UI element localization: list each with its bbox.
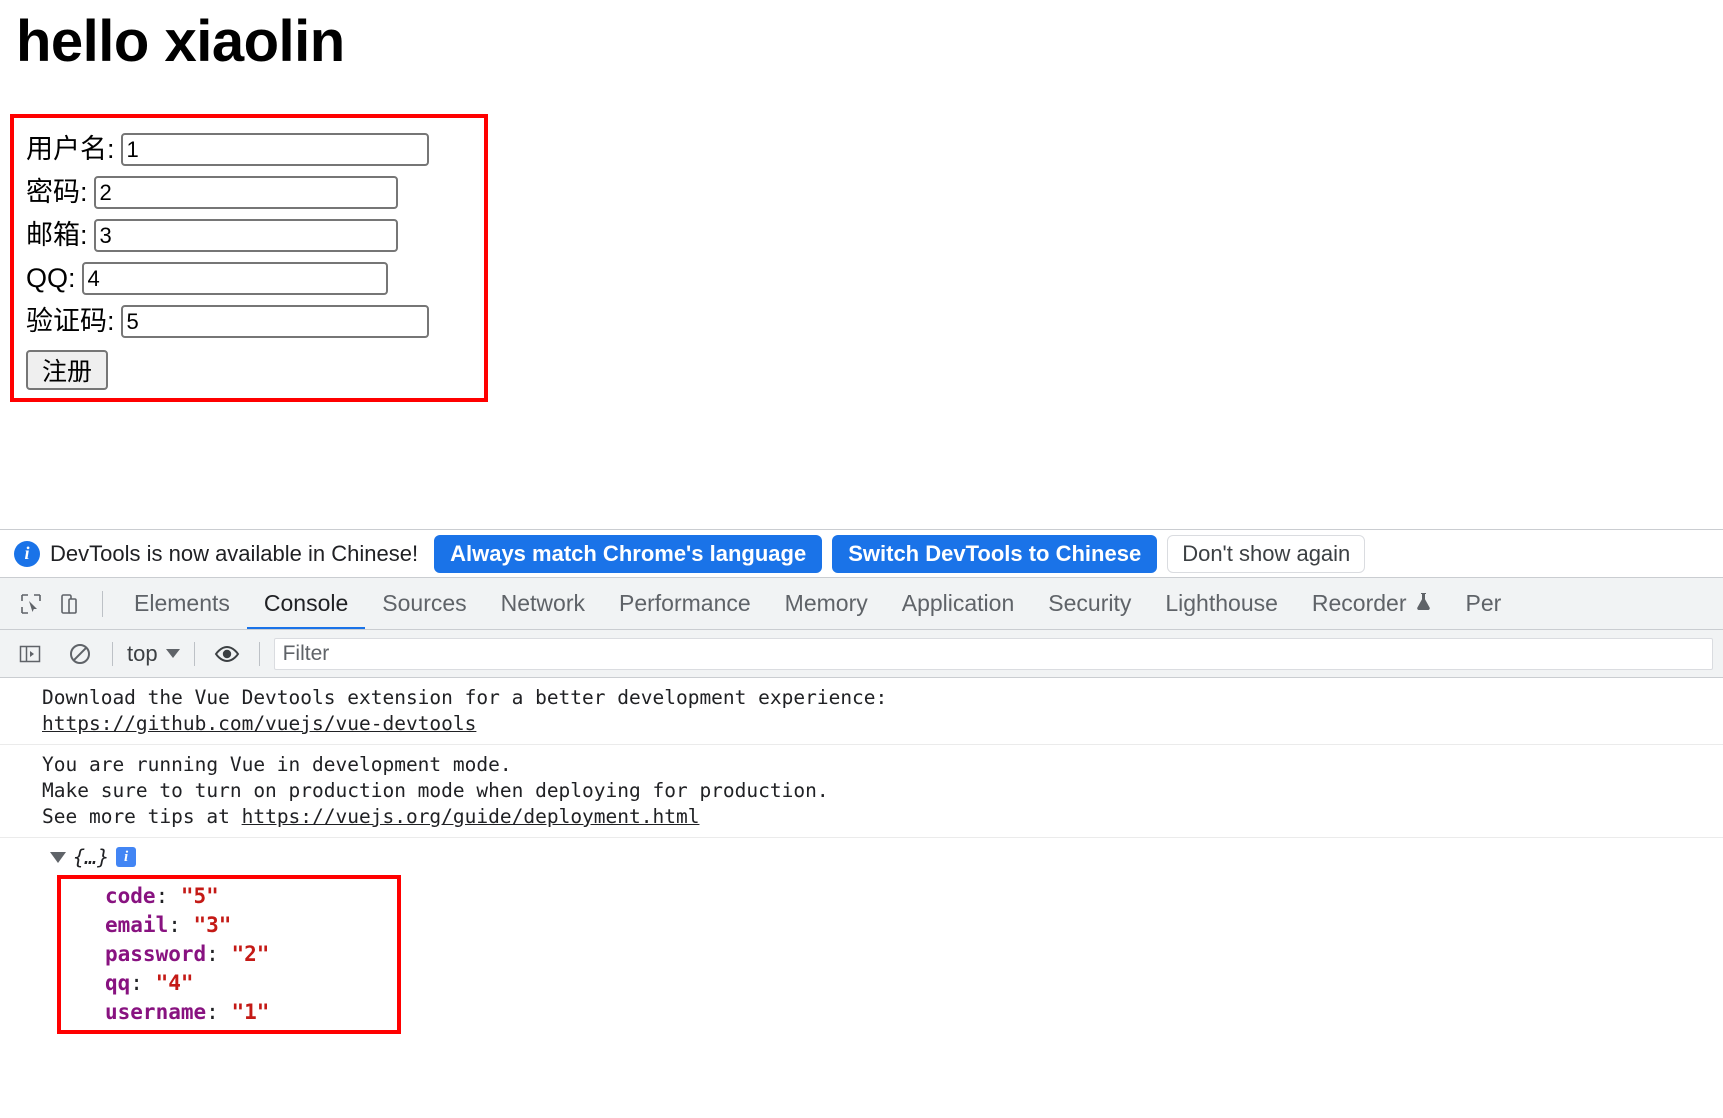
tab-label: Application — [901, 590, 1015, 616]
object-properties-highlight: code: "5" email: "3" password: "2" qq: "… — [57, 875, 401, 1034]
execution-context-label: top — [127, 640, 158, 666]
register-button[interactable]: 注册 — [26, 350, 108, 390]
console-toolbar: top — [0, 630, 1723, 678]
tab-label: Network — [500, 590, 585, 616]
registration-form: 用户名: 密码: 邮箱: QQ: 验证码: 注册 — [10, 114, 488, 402]
property-key: password — [105, 942, 207, 966]
tab-console[interactable]: Console — [246, 578, 366, 629]
console-message-line: See more tips at — [42, 805, 242, 828]
email-input[interactable] — [93, 219, 398, 252]
devtools-language-infobar: i DevTools is now available in Chinese! … — [0, 530, 1723, 578]
inspect-element-icon[interactable] — [12, 585, 50, 623]
tab-elements[interactable]: Elements — [117, 578, 247, 629]
devtools-panel: i DevTools is now available in Chinese! … — [0, 529, 1723, 1118]
property-key: email — [105, 913, 169, 937]
username-label: 用户名: — [26, 134, 115, 164]
qq-label: QQ: — [26, 263, 76, 293]
qq-input[interactable] — [81, 262, 388, 295]
object-preview-header[interactable]: {…} i — [50, 844, 1723, 870]
console-message-object[interactable]: {…} i code: "5" email: "3" password: "2"… — [0, 838, 1723, 1034]
form-row-code: 验证码: — [26, 304, 484, 339]
toolbar-divider-3 — [258, 641, 260, 666]
tab-performance-insights[interactable]: Per — [1449, 578, 1519, 629]
object-property-row[interactable]: username: "1" — [61, 998, 397, 1027]
tabbar-divider — [102, 590, 103, 617]
property-key: code — [105, 884, 156, 908]
dont-show-again-button[interactable]: Don't show again — [1167, 534, 1366, 573]
property-value: "2" — [231, 942, 270, 966]
toolbar-divider-1 — [112, 641, 113, 666]
console-message-list: Download the Vue Devtools extension for … — [0, 678, 1723, 1118]
property-value: "4" — [155, 971, 194, 995]
form-row-username: 用户名: — [26, 132, 484, 167]
console-message-line: Make sure to turn on production mode whe… — [42, 779, 829, 802]
object-property-row[interactable]: qq: "4" — [61, 969, 397, 998]
tab-lighthouse[interactable]: Lighthouse — [1148, 578, 1295, 629]
tab-performance[interactable]: Performance — [602, 578, 768, 629]
property-colon: : — [206, 1000, 232, 1024]
console-message-vue-devtools[interactable]: Download the Vue Devtools extension for … — [0, 678, 1723, 745]
tab-label: Performance — [619, 590, 751, 616]
property-colon: : — [155, 884, 181, 908]
toolbar-divider-2 — [193, 641, 195, 666]
tab-label: Elements — [134, 590, 230, 616]
email-label: 邮箱: — [26, 220, 88, 250]
info-badge-icon[interactable]: i — [116, 847, 137, 867]
object-property-row[interactable]: code: "5" — [61, 882, 397, 911]
clear-console-icon[interactable] — [62, 636, 98, 672]
tab-security[interactable]: Security — [1031, 578, 1148, 629]
experiment-flask-icon — [1415, 590, 1432, 617]
tab-label: Per — [1465, 590, 1502, 616]
chevron-down-icon — [165, 649, 180, 658]
tab-sources[interactable]: Sources — [365, 578, 483, 629]
property-colon: : — [168, 913, 194, 937]
property-value: "5" — [180, 884, 219, 908]
switch-devtools-to-chinese-button[interactable]: Switch DevTools to Chinese — [832, 534, 1158, 573]
infobar-message: DevTools is now available in Chinese! — [50, 540, 419, 566]
property-value: "3" — [193, 913, 232, 937]
devtools-tabbar: Elements Console Sources Network Perform… — [0, 578, 1723, 630]
tab-recorder[interactable]: Recorder — [1295, 578, 1449, 629]
object-property-row[interactable]: email: "3" — [61, 911, 397, 940]
tab-memory[interactable]: Memory — [768, 578, 885, 629]
console-message-line: Download the Vue Devtools extension for … — [42, 686, 888, 709]
console-sidebar-icon[interactable] — [12, 636, 48, 672]
form-row-qq: QQ: — [26, 261, 484, 296]
property-key: username — [105, 1000, 207, 1024]
property-colon: : — [130, 971, 156, 995]
tab-label: Lighthouse — [1165, 590, 1278, 616]
object-property-row[interactable]: password: "2" — [61, 940, 397, 969]
property-colon: : — [206, 942, 232, 966]
device-toolbar-icon[interactable] — [50, 585, 88, 623]
tab-network[interactable]: Network — [484, 578, 602, 629]
property-key: qq — [105, 971, 131, 995]
username-input[interactable] — [120, 133, 429, 166]
tab-label: Console — [263, 590, 349, 616]
info-icon: i — [14, 540, 40, 567]
code-input[interactable] — [120, 305, 429, 338]
tab-label: Memory — [784, 590, 868, 616]
console-filter-input[interactable] — [273, 637, 1713, 670]
console-message-vue-dev-mode[interactable]: You are running Vue in development mode.… — [0, 745, 1723, 838]
form-row-password: 密码: — [26, 175, 484, 210]
vue-devtools-link[interactable]: https://github.com/vuejs/vue-devtools — [42, 712, 476, 735]
triangle-down-icon[interactable] — [50, 851, 66, 863]
vue-deployment-guide-link[interactable]: https://vuejs.org/guide/deployment.html — [242, 805, 700, 828]
console-message-line: You are running Vue in development mode. — [42, 753, 512, 776]
live-expression-icon[interactable] — [209, 636, 245, 672]
property-value: "1" — [231, 1000, 270, 1024]
tab-label: Recorder — [1311, 590, 1407, 616]
web-page-viewport: hello xiaolin 用户名: 密码: 邮箱: QQ: 验证码: 注册 — [0, 0, 1723, 529]
execution-context-selector[interactable]: top — [127, 641, 180, 667]
form-row-email: 邮箱: — [26, 218, 484, 253]
tab-application[interactable]: Application — [885, 578, 1032, 629]
password-label: 密码: — [26, 177, 88, 207]
page-title: hello xiaolin — [16, 9, 345, 74]
tab-label: Security — [1048, 590, 1132, 616]
always-match-chrome-language-button[interactable]: Always match Chrome's language — [434, 534, 823, 573]
code-label: 验证码: — [26, 306, 115, 336]
tab-label: Sources — [382, 590, 467, 616]
password-input[interactable] — [93, 176, 398, 209]
object-collapsed-label: {…} — [73, 845, 110, 869]
